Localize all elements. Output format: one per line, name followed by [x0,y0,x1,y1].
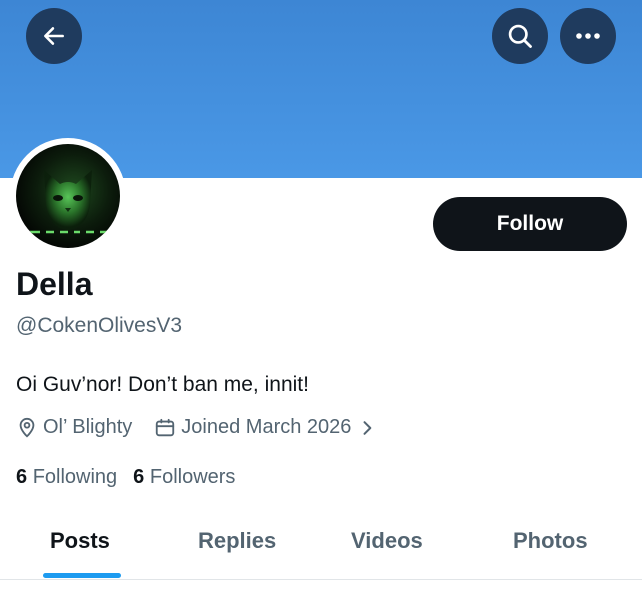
location: Ol’ Blighty [16,416,132,439]
profile-bio: Oi Guv’nor! Don’t ban me, innit! [16,373,309,396]
more-options-button[interactable] [560,8,616,64]
location-pin-icon [19,417,35,438]
more-icon [576,33,600,39]
profile-meta: Ol’ Blighty Joined March 2026 [16,416,404,439]
following-count: 6 [16,466,28,488]
tab-photos[interactable]: Photos [513,528,588,554]
back-arrow-icon [44,27,64,45]
following-link[interactable]: 6 Following [16,466,117,489]
avatar[interactable] [10,138,126,254]
profile-tabs: Posts Replies Videos Photos [0,518,642,580]
active-tab-indicator [43,573,121,578]
following-label: Following [32,466,118,488]
display-name: Della [16,266,93,302]
location-text: Ol’ Blighty [43,416,133,438]
tab-posts[interactable]: Posts [50,528,110,554]
avatar-image [16,144,120,248]
tab-replies[interactable]: Replies [198,528,276,554]
search-icon [508,24,532,48]
followers-link[interactable]: 6 Followers [133,466,235,489]
search-button[interactable] [492,8,548,64]
back-button[interactable] [26,8,82,64]
followers-count: 6 [133,466,145,488]
chevron-right-icon [363,420,372,435]
calendar-icon [156,418,175,436]
user-handle: @CokenOlivesV3 [16,314,183,337]
joined-text: Joined March 2026 [181,416,352,438]
followers-label: Followers [149,466,236,488]
joined-date[interactable]: Joined March 2026 [154,416,382,439]
follow-button[interactable]: Follow [433,197,627,251]
tab-videos[interactable]: Videos [351,528,423,554]
follow-counts: 6 Following 6 Followers [16,466,251,489]
